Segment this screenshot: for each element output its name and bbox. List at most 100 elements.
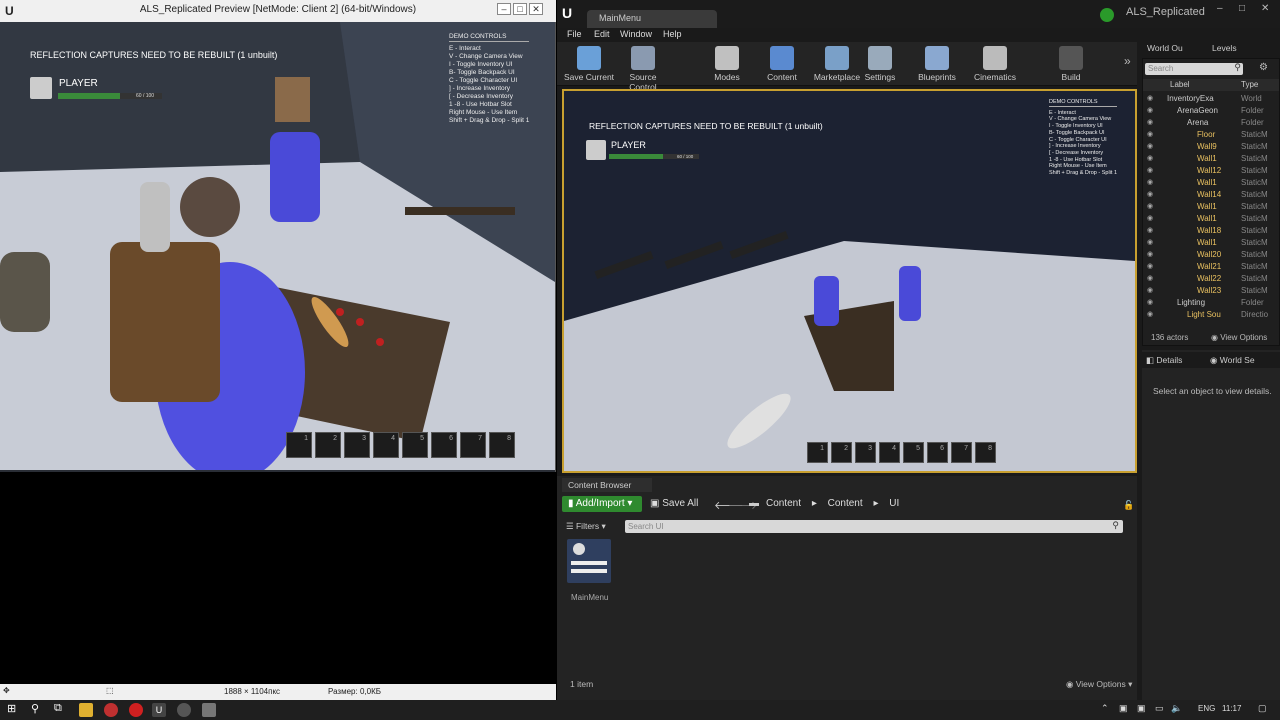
visibility-eye-icon[interactable]: ◉	[1147, 153, 1153, 165]
network-icon[interactable]: ▭	[1155, 703, 1164, 714]
blueprints-button[interactable]: Blueprints	[909, 44, 965, 84]
visibility-eye-icon[interactable]: ◉	[1147, 309, 1153, 321]
windows-start-icon[interactable]: ⊞	[7, 702, 16, 715]
outliner-row[interactable]: ◉ Wall1 StaticM	[1143, 153, 1279, 165]
tab-world-settings[interactable]: ◉ World Se	[1210, 355, 1255, 366]
app-icon[interactable]	[202, 703, 216, 717]
hotbar-slot[interactable]: 6	[927, 442, 948, 463]
hotbar-slot[interactable]: 7	[951, 442, 972, 463]
outliner-row[interactable]: ◉ Wall14 StaticM	[1143, 189, 1279, 201]
visibility-eye-icon[interactable]: ◉	[1147, 189, 1153, 201]
outliner-row[interactable]: ◉ Wall1 StaticM	[1143, 213, 1279, 225]
outliner-row[interactable]: ◉ Wall22 StaticM	[1143, 273, 1279, 285]
save-all-button[interactable]: ▣ Save All	[650, 498, 698, 509]
tab-levels[interactable]: Levels	[1212, 43, 1237, 53]
tab-world-outliner[interactable]: World Ou	[1147, 43, 1183, 53]
content-button[interactable]: Content	[754, 44, 810, 84]
visibility-eye-icon[interactable]: ◉	[1147, 273, 1153, 285]
hotbar-slot[interactable]: 3	[344, 432, 370, 458]
opera-gx-icon[interactable]	[129, 703, 143, 717]
close-button[interactable]: ✕	[1261, 3, 1269, 14]
settings-button[interactable]: Settings	[852, 44, 908, 84]
visibility-eye-icon[interactable]: ◉	[1147, 177, 1153, 189]
search-icon[interactable]: ⚲	[31, 702, 39, 715]
visibility-eye-icon[interactable]: ◉	[1147, 225, 1153, 237]
outliner-row[interactable]: ◉ ArenaGeon Folder	[1143, 105, 1279, 117]
minimize-button[interactable]: –	[497, 3, 511, 15]
maximize-button[interactable]: □	[513, 3, 527, 15]
volume-icon[interactable]: 🔈	[1171, 703, 1182, 714]
tray-chevron-icon[interactable]: ⌃	[1101, 703, 1109, 714]
hotbar-slot[interactable]: 5	[903, 442, 924, 463]
outliner-row[interactable]: ◉ Wall1 StaticM	[1143, 237, 1279, 249]
outliner-row[interactable]: ◉ Wall21 StaticM	[1143, 261, 1279, 273]
outliner-row[interactable]: ◉ Wall9 StaticM	[1143, 141, 1279, 153]
source-control-button[interactable]: Source Control	[615, 44, 671, 92]
tab-content-browser[interactable]: Content Browser	[562, 478, 652, 492]
hotbar-slot[interactable]: 7	[460, 432, 486, 458]
hotbar-slot[interactable]: 4	[373, 432, 399, 458]
game-view[interactable]: REFLECTION CAPTURES NEED TO BE REBUILT (…	[0, 22, 555, 470]
menu-help[interactable]: Help	[663, 29, 682, 39]
add-import-button[interactable]: ▮ Add/Import ▾	[562, 496, 642, 512]
lock-icon[interactable]: 🔓	[1123, 500, 1134, 511]
minimize-button[interactable]: –	[1217, 3, 1223, 14]
visibility-eye-icon[interactable]: ◉	[1147, 117, 1153, 129]
level-viewport[interactable]: REFLECTION CAPTURES NEED TO BE REBUILT (…	[562, 89, 1137, 473]
hotbar-slot[interactable]: 1	[286, 432, 312, 458]
visibility-eye-icon[interactable]: ◉	[1147, 201, 1153, 213]
visibility-eye-icon[interactable]: ◉	[1147, 165, 1153, 177]
type-column-header[interactable]: Type	[1241, 80, 1258, 89]
notification-icon[interactable]: ▢	[1258, 703, 1267, 714]
outliner-row[interactable]: ◉ Wall12 StaticM	[1143, 165, 1279, 177]
filters-button[interactable]: ☰ Filters ▾	[566, 521, 606, 532]
visibility-eye-icon[interactable]: ◉	[1147, 213, 1153, 225]
outliner-row[interactable]: ◉ Wall23 StaticM	[1143, 285, 1279, 297]
hotbar-slot[interactable]: 1	[807, 442, 828, 463]
tray-app-icon[interactable]: ▣	[1119, 703, 1128, 714]
menu-window[interactable]: Window	[620, 29, 652, 39]
asset-thumbnail-mainmenu[interactable]	[567, 539, 611, 583]
maximize-button[interactable]: □	[1239, 3, 1245, 14]
label-column-header[interactable]: Label	[1170, 80, 1190, 89]
visibility-eye-icon[interactable]: ◉	[1147, 237, 1153, 249]
visibility-eye-icon[interactable]: ◉	[1147, 249, 1153, 261]
breadcrumb-item[interactable]: UI	[889, 498, 899, 509]
language-indicator[interactable]: ENG	[1198, 704, 1215, 713]
visibility-eye-icon[interactable]: ◉	[1147, 141, 1153, 153]
menu-file[interactable]: File	[567, 29, 582, 39]
obs-icon[interactable]	[177, 703, 191, 717]
outliner-row[interactable]: ◉ Wall1 StaticM	[1143, 177, 1279, 189]
outliner-row[interactable]: ◉ Wall20 StaticM	[1143, 249, 1279, 261]
outliner-search-input[interactable]: Search ⚲	[1145, 62, 1243, 75]
tray-app-icon[interactable]: ▣	[1137, 703, 1146, 714]
hotbar-slot[interactable]: 6	[431, 432, 457, 458]
visibility-eye-icon[interactable]: ◉	[1147, 261, 1153, 273]
visibility-eye-icon[interactable]: ◉	[1147, 93, 1153, 105]
hotbar-slot[interactable]: 4	[879, 442, 900, 463]
menu-edit[interactable]: Edit	[594, 29, 610, 39]
hotbar-slot[interactable]: 2	[315, 432, 341, 458]
unreal-engine-taskbar-icon[interactable]: U	[152, 703, 166, 717]
outliner-row[interactable]: ◉ InventoryExa World	[1143, 93, 1279, 105]
clock[interactable]: 11:17	[1222, 704, 1241, 713]
breadcrumb-item[interactable]: Content	[828, 498, 863, 509]
outliner-row[interactable]: ◉ Floor StaticM	[1143, 129, 1279, 141]
view-options-button[interactable]: ◉ View Options ▾	[1066, 679, 1132, 690]
hotbar-slot[interactable]: 8	[489, 432, 515, 458]
modes-button[interactable]: Modes	[699, 44, 755, 84]
visibility-eye-icon[interactable]: ◉	[1147, 105, 1153, 117]
outliner-row[interactable]: ◉ Wall18 StaticM	[1143, 225, 1279, 237]
file-explorer-icon[interactable]	[79, 703, 93, 717]
outliner-settings-icon[interactable]: ⚙	[1259, 62, 1268, 73]
hotbar-slot[interactable]: 3	[855, 442, 876, 463]
breadcrumb-item[interactable]: Content	[766, 498, 801, 509]
visibility-eye-icon[interactable]: ◉	[1147, 285, 1153, 297]
task-view-icon[interactable]: ⧉	[54, 702, 62, 715]
close-button[interactable]: ✕	[529, 3, 543, 15]
content-search-input[interactable]: Search UI ⚲	[625, 520, 1123, 533]
toolbar-expand-icon[interactable]: »	[1124, 54, 1131, 68]
visibility-eye-icon[interactable]: ◉	[1147, 129, 1153, 141]
outliner-row[interactable]: ◉ Wall1 StaticM	[1143, 201, 1279, 213]
hotbar-slot[interactable]: 2	[831, 442, 852, 463]
